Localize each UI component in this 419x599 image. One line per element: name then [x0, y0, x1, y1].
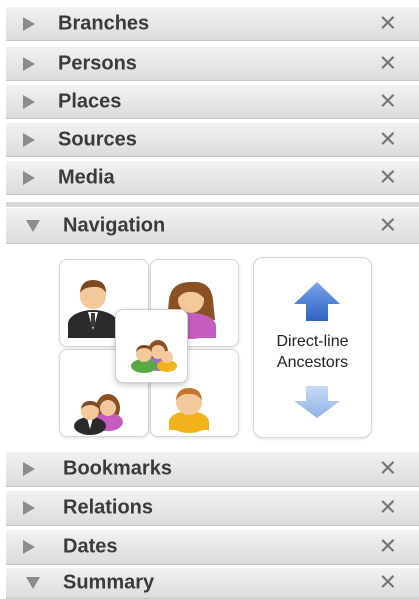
expand-triangle-icon[interactable] — [23, 462, 35, 476]
panel-separator — [6, 202, 419, 207]
direct-line-ancestors-button[interactable]: Direct-line Ancestors — [253, 257, 372, 438]
ancestors-label: Ancestors — [276, 354, 349, 371]
close-icon[interactable]: ✕ — [379, 457, 397, 480]
panel-media[interactable]: Media ✕ — [6, 161, 419, 195]
expand-triangle-icon[interactable] — [23, 540, 35, 554]
collapse-triangle-icon[interactable] — [26, 219, 40, 232]
expand-triangle-icon[interactable] — [23, 16, 35, 31]
panel-media-label: Media — [58, 166, 115, 188]
panel-bookmarks[interactable]: Bookmarks ✕ — [6, 452, 419, 487]
panel-sources-label: Sources — [58, 128, 137, 150]
panel-places[interactable]: Places ✕ — [6, 85, 419, 119]
close-icon[interactable]: ✕ — [379, 52, 397, 74]
expand-triangle-icon[interactable] — [23, 170, 35, 185]
close-icon[interactable]: ✕ — [379, 496, 397, 519]
nav-family-button[interactable] — [115, 309, 188, 383]
panel-relations[interactable]: Relations ✕ — [6, 491, 419, 526]
panel-branches-label: Branches — [58, 12, 150, 34]
close-icon[interactable]: ✕ — [379, 12, 397, 34]
panel-persons[interactable]: Persons ✕ — [6, 47, 419, 81]
expand-triangle-icon[interactable] — [23, 56, 35, 71]
panel-summary[interactable]: Summary ✕ — [6, 568, 419, 599]
close-icon[interactable]: ✕ — [379, 128, 397, 150]
panel-branches[interactable]: Branches ✕ — [6, 7, 419, 41]
panel-bookmarks-label: Bookmarks — [63, 457, 172, 480]
panel-navigation-label: Navigation — [63, 214, 166, 236]
close-icon[interactable]: ✕ — [379, 214, 397, 236]
panel-dates[interactable]: Dates ✕ — [6, 530, 419, 565]
panel-navigation[interactable]: Navigation ✕ — [6, 208, 419, 244]
panel-sources[interactable]: Sources ✕ — [6, 123, 419, 157]
collapse-triangle-icon[interactable] — [26, 577, 40, 589]
panel-summary-label: Summary — [63, 571, 155, 594]
panel-dates-label: Dates — [63, 535, 118, 558]
close-icon[interactable]: ✕ — [379, 90, 397, 112]
panel-relations-label: Relations — [63, 496, 154, 519]
direct-line-label: Direct-line — [276, 333, 349, 350]
panel-persons-label: Persons — [58, 52, 137, 74]
close-icon[interactable]: ✕ — [379, 571, 397, 594]
expand-triangle-icon[interactable] — [23, 94, 35, 109]
expand-triangle-icon[interactable] — [23, 501, 35, 515]
close-icon[interactable]: ✕ — [379, 166, 397, 188]
panel-places-label: Places — [58, 90, 122, 112]
expand-triangle-icon[interactable] — [23, 132, 35, 147]
family-icon — [131, 340, 177, 373]
close-icon[interactable]: ✕ — [379, 535, 397, 558]
